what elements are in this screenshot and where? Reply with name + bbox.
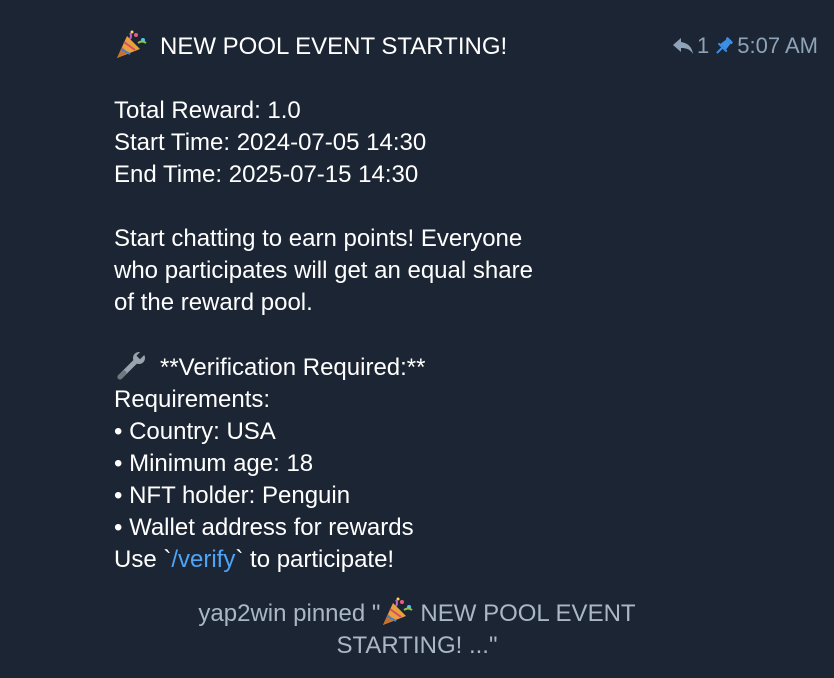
message-title: NEW POOL EVENT STARTING! <box>160 33 508 60</box>
use-prefix: Use ` <box>114 546 172 573</box>
message[interactable]: NEW POOL EVENT STARTING! Total Reward: 1… <box>114 30 814 576</box>
body-line-1: Start chatting to earn points! Everyone <box>114 225 523 252</box>
pinned-action: pinned " <box>286 600 381 627</box>
pinned-service-message[interactable]: yap2win pinned " NEW POOL EVENT STARTING… <box>0 597 834 662</box>
pinned-by-user[interactable]: yap2win <box>198 600 286 627</box>
message-time: 5:07 AM <box>737 33 818 58</box>
service-line-1: yap2win pinned " NEW POOL EVENT <box>0 597 834 630</box>
verification-heading: **Verification Required:** <box>160 354 426 381</box>
requirement-item: • Minimum age: 18 <box>114 450 314 477</box>
service-line-2: STARTING! ..." <box>336 632 498 659</box>
pinned-preview-line-1: NEW POOL EVENT <box>420 600 636 627</box>
body-line-2: who participates will get an equal share <box>114 257 533 284</box>
reply-icon[interactable] <box>671 36 695 56</box>
party-popper-icon <box>117 30 147 58</box>
end-time: End Time: 2025-07-15 14:30 <box>114 161 419 188</box>
body-line-3: of the reward pool. <box>114 289 313 316</box>
requirement-item: • Wallet address for rewards <box>114 514 414 541</box>
verify-command-link[interactable]: /verify <box>171 546 235 573</box>
total-reward: Total Reward: 1.0 <box>114 97 301 124</box>
requirements-label: Requirements: <box>114 386 271 413</box>
use-suffix: ` to participate! <box>235 546 395 573</box>
party-popper-icon <box>383 597 414 625</box>
pin-icon <box>716 37 734 54</box>
verification-heading-line: **Verification Required:** <box>114 351 814 384</box>
start-time: Start Time: 2024-07-05 14:30 <box>114 129 427 156</box>
message-meta: 1 5:07 AM <box>671 31 818 61</box>
wrench-icon <box>117 351 145 380</box>
requirement-item: • NFT holder: Penguin <box>114 482 351 509</box>
reply-count[interactable]: 1 <box>697 31 709 61</box>
use-verify-line: Use `/verify` to participate! <box>114 544 814 576</box>
requirement-item: • Country: USA <box>114 418 276 445</box>
